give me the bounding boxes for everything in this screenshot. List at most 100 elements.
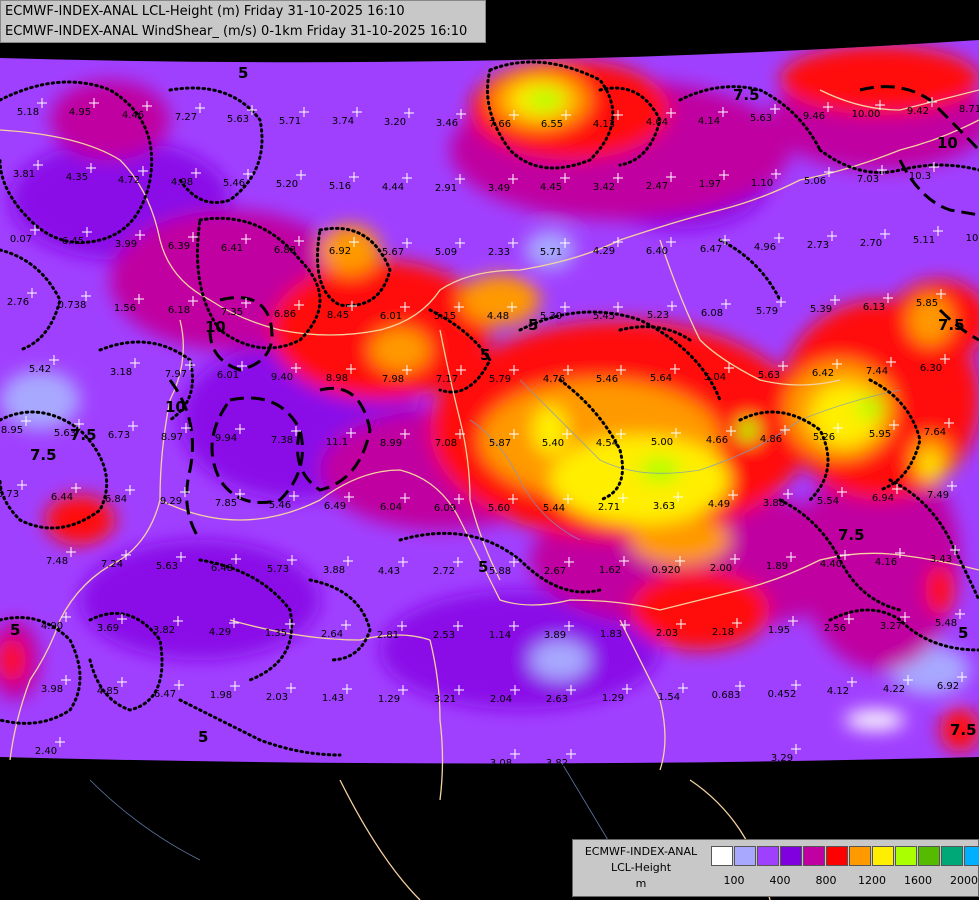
data-value: 6.55 xyxy=(541,119,563,130)
data-value: 2.33 xyxy=(488,247,510,258)
legend-swatch xyxy=(849,846,871,866)
data-value: 6.04 xyxy=(380,502,402,513)
data-value: 5.23 xyxy=(647,310,669,321)
data-value: 3.08 xyxy=(490,758,512,769)
data-value: 4.35 xyxy=(66,172,88,183)
data-value: 2.91 xyxy=(435,183,457,194)
data-value: 9.42 xyxy=(907,106,929,117)
data-value: 4.66 xyxy=(706,435,728,446)
data-value: 6.45 xyxy=(62,236,84,247)
data-value: 6.39 xyxy=(168,241,190,252)
data-value: 7.98 xyxy=(382,374,404,385)
data-value: 5.46 xyxy=(269,500,291,511)
data-value: 3.82 xyxy=(546,758,568,769)
data-value: 5.85 xyxy=(916,298,938,309)
contour-label: 5 xyxy=(480,346,490,364)
legend-tick: 800 xyxy=(815,874,837,887)
data-value: 6.30 xyxy=(920,363,942,374)
data-value: 5.63 xyxy=(156,561,178,572)
data-value: 11.1 xyxy=(326,437,348,448)
data-value: 2.71 xyxy=(598,502,620,513)
data-value: 4.12 xyxy=(827,686,849,697)
legend-swatch xyxy=(826,846,848,866)
data-value: 5.79 xyxy=(756,306,778,317)
legend-swatch xyxy=(895,846,917,866)
data-value: 3.89 xyxy=(544,630,566,641)
data-value: 6.92 xyxy=(329,246,351,257)
data-value: 7.24 xyxy=(101,559,123,570)
contour-label: 7.5 xyxy=(30,446,57,464)
data-value: 6.09 xyxy=(434,503,456,514)
data-value: 4.95 xyxy=(69,107,91,118)
data-value: 2.53 xyxy=(433,630,455,641)
data-value: 5.60 xyxy=(488,503,510,514)
data-value: 2.03 xyxy=(266,692,288,703)
legend-swatch xyxy=(803,846,825,866)
data-value: 1.62 xyxy=(599,565,621,576)
data-value: 1.54 xyxy=(658,692,680,703)
data-value: 9.46 xyxy=(803,111,825,122)
data-value: 4.43 xyxy=(378,566,400,577)
data-value: 7.49 xyxy=(927,490,949,501)
data-value: 5.00 xyxy=(651,437,673,448)
data-value: 1.95 xyxy=(768,625,790,636)
data-value: 6.47 xyxy=(154,689,176,700)
data-value: 6.01 xyxy=(217,370,239,381)
data-value: 3.20 xyxy=(384,117,406,128)
data-value: 7.35 xyxy=(221,307,243,318)
data-value: 8.99 xyxy=(380,438,402,449)
data-value: 7.97 xyxy=(165,369,187,380)
data-value: 5.63 xyxy=(227,114,249,125)
data-value: 5.73 xyxy=(267,564,289,575)
title-line-lcl: ECMWF-INDEX-ANAL LCL-Height (m) Friday 3… xyxy=(5,4,405,19)
data-value: 4.46 xyxy=(122,110,144,121)
data-value: 5.88 xyxy=(489,566,511,577)
data-value: 6.18 xyxy=(168,305,190,316)
data-value: 2.70 xyxy=(860,238,882,249)
data-value: 1.43 xyxy=(322,693,344,704)
data-value: 5.79 xyxy=(489,374,511,385)
data-value: 2.64 xyxy=(321,629,343,640)
data-value: 5.67 xyxy=(382,247,404,258)
data-value: 5.09 xyxy=(435,247,457,258)
legend-tick: 1200 xyxy=(858,874,886,887)
data-value: 2.03 xyxy=(656,628,678,639)
data-value: 9.94 xyxy=(215,433,237,444)
legend-ticks: 100 400 800 1200 1600 2000 xyxy=(711,874,979,890)
data-value: 5.71 xyxy=(279,116,301,127)
data-value: 3.69 xyxy=(97,623,119,634)
data-value: 5.20 xyxy=(276,179,298,190)
data-value: 3.82 xyxy=(153,625,175,636)
legend-tick: 2000 xyxy=(950,874,978,887)
data-value: 4.45 xyxy=(540,182,562,193)
data-value: 2.72 xyxy=(433,566,455,577)
data-value: 4.76 xyxy=(543,374,565,385)
data-value: 1.29 xyxy=(378,694,400,705)
data-value: 6.40 xyxy=(646,246,668,257)
data-value: 3.42 xyxy=(593,182,615,193)
data-value: 1.14 xyxy=(489,630,511,641)
data-value: 6.49 xyxy=(324,501,346,512)
data-value: 8.45 xyxy=(327,310,349,321)
data-value: 8.97 xyxy=(161,432,183,443)
data-value: 7.03 xyxy=(857,174,879,185)
data-value: 1.97 xyxy=(699,179,721,190)
contour-label: 10 xyxy=(205,318,226,336)
data-value: 5.46 xyxy=(223,178,245,189)
legend-field: LCL-Height xyxy=(610,861,672,874)
data-value: 5.87 xyxy=(489,438,511,449)
data-value: 5.73 xyxy=(0,489,19,500)
data-value: 2.67 xyxy=(544,566,566,577)
contour-label: 10 xyxy=(937,134,958,152)
legend-title: ECMWF-INDEX-ANAL LCL-Height m xyxy=(573,844,709,892)
data-value: 4.72 xyxy=(118,175,140,186)
legend-swatch xyxy=(964,846,979,866)
data-value: 5.26 xyxy=(813,432,835,443)
data-value: 5.06 xyxy=(804,176,826,187)
map-title-box: ECMWF-INDEX-ANAL LCL-Height (m) Friday 3… xyxy=(0,0,486,43)
weather-map: 5.18 4.95 4.46 7.27 5.63 5.71 3.74 3.20 3.46 7.66… xyxy=(0,0,979,900)
data-value: 4.13 xyxy=(593,119,615,130)
contour-label: 7.5 xyxy=(950,721,977,739)
data-value: 6.84 xyxy=(105,494,127,505)
data-value: 5.63 xyxy=(758,370,780,381)
